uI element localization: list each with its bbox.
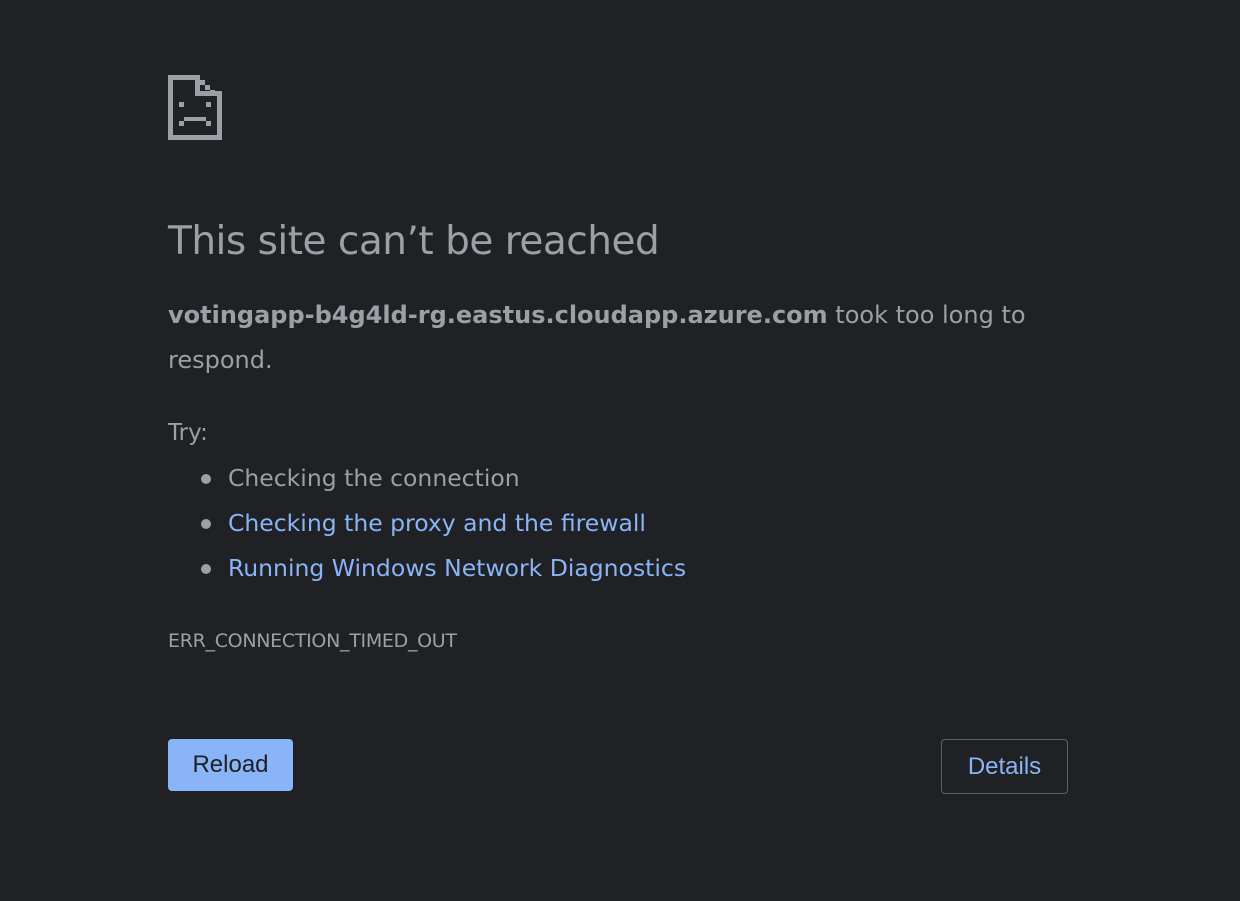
proxy-firewall-link[interactable]: Checking the proxy and the firewall <box>228 509 646 537</box>
host-name: votingapp-b4g4ld-rg.eastus.cloudapp.azur… <box>168 301 828 329</box>
error-summary: votingapp-b4g4ld-rg.eastus.cloudapp.azur… <box>168 293 1048 383</box>
suggestions-list: Checking the connection Checking the pro… <box>168 456 686 591</box>
bullet-icon <box>201 474 211 484</box>
try-label: Try: <box>168 420 208 446</box>
suggestion-check-connection: Checking the connection <box>228 464 520 492</box>
suggestion-item: Checking the proxy and the firewall <box>168 501 686 546</box>
suggestion-item: Checking the connection <box>168 456 686 501</box>
details-button[interactable]: Details <box>941 739 1068 794</box>
network-diagnostics-link[interactable]: Running Windows Network Diagnostics <box>228 554 686 582</box>
error-page: This site can’t be reached votingapp-b4g… <box>168 0 1068 901</box>
error-code: ERR_CONNECTION_TIMED_OUT <box>168 630 457 652</box>
reload-button[interactable]: Reload <box>168 739 293 791</box>
bullet-icon <box>201 564 211 574</box>
page-title: This site can’t be reached <box>168 219 660 264</box>
sad-document-icon <box>168 75 222 140</box>
bullet-icon <box>201 519 211 529</box>
suggestion-item: Running Windows Network Diagnostics <box>168 546 686 591</box>
